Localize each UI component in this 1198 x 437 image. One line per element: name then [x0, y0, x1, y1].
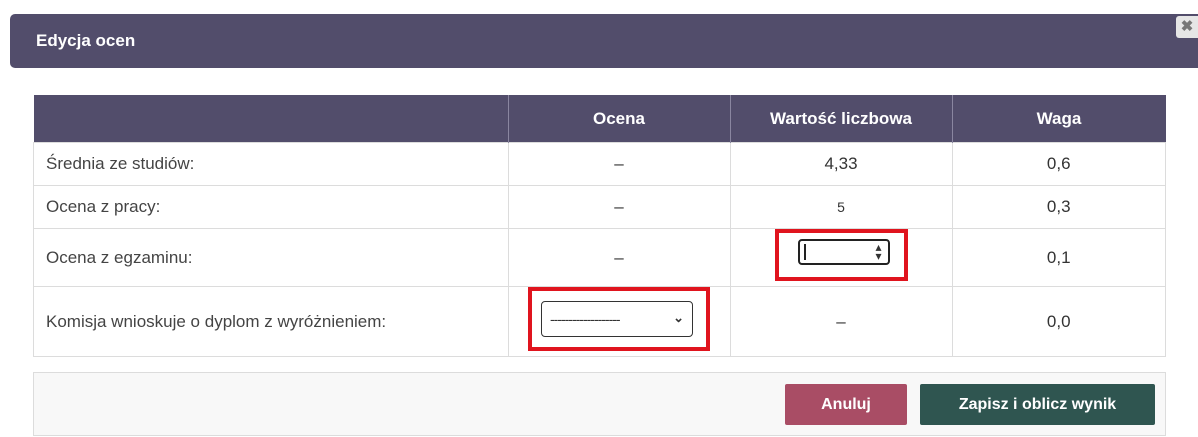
- highlight-box: ▴ ▾: [774, 229, 908, 281]
- table-header-row: Ocena Wartość liczbowa Waga: [33, 95, 1166, 143]
- dialog-title: Edycja ocen: [36, 31, 136, 50]
- grades-table: Ocena Wartość liczbowa Waga Średnia ze s…: [33, 95, 1166, 357]
- header-label: [33, 95, 508, 143]
- waga-cell: 0,0: [951, 286, 1166, 357]
- highlight-box: ------------------- ⌄: [528, 287, 710, 351]
- header-waga: Waga: [951, 95, 1166, 143]
- waga-cell: 0,6: [951, 142, 1166, 186]
- chevron-down-icon: ⌄: [673, 310, 684, 325]
- wartosc-cell: 4,33: [729, 142, 953, 186]
- header-wartosc: Wartość liczbowa: [729, 95, 952, 143]
- row-label: Komisja wnioskuje o dyplom z wyróżnienie…: [33, 286, 509, 357]
- dialog-titlebar: Edycja ocen: [10, 14, 1198, 68]
- ocena-cell: –: [507, 142, 731, 186]
- dialog-footer: Anuluj Zapisz i oblicz wynik: [33, 372, 1166, 436]
- header-ocena: Ocena: [507, 95, 730, 143]
- wartosc-cell: –: [729, 286, 953, 357]
- text-caret: [803, 244, 806, 260]
- waga-cell: 0,1: [951, 228, 1166, 287]
- table-row: Komisja wnioskuje o dyplom z wyróżnienie…: [33, 286, 1166, 357]
- save-and-calculate-button[interactable]: Zapisz i oblicz wynik: [920, 384, 1155, 425]
- row-label: Ocena z egzaminu:: [33, 228, 509, 287]
- row-label: Ocena z pracy:: [33, 185, 509, 229]
- ocena-cell: ------------------- ⌄: [507, 286, 731, 357]
- close-icon[interactable]: ✖: [1176, 16, 1198, 38]
- distinction-select[interactable]: ------------------- ⌄: [541, 301, 693, 337]
- spinner-icon[interactable]: ▴ ▾: [875, 241, 881, 262]
- waga-cell: 0,3: [951, 185, 1166, 229]
- wartosc-cell: 5: [729, 185, 953, 229]
- select-value: -------------------: [550, 311, 621, 327]
- wartosc-cell: ▴ ▾: [729, 228, 953, 287]
- ocena-cell: –: [507, 228, 731, 287]
- table-row: Ocena z egzaminu: – ▴ ▾ 0,1: [33, 228, 1166, 287]
- ocena-cell: –: [507, 185, 731, 229]
- table-row: Średnia ze studiów: – 4,33 0,6: [33, 142, 1166, 186]
- exam-grade-number-input[interactable]: ▴ ▾: [797, 239, 890, 265]
- table-row: Ocena z pracy: – 5 0,3: [33, 185, 1166, 229]
- row-label: Średnia ze studiów:: [33, 142, 509, 186]
- cancel-button[interactable]: Anuluj: [785, 384, 907, 425]
